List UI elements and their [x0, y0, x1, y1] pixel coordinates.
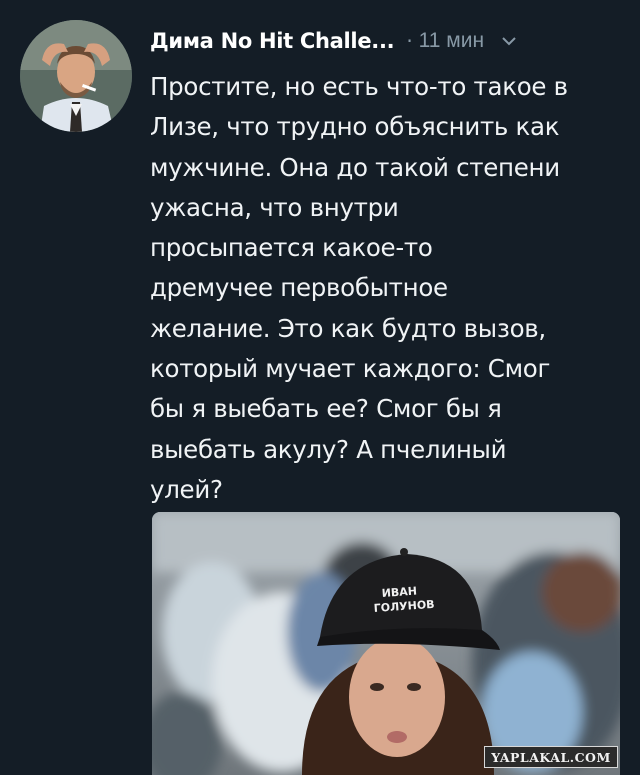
cap-text-line1: ИВАН — [381, 585, 417, 600]
photo-image: ИВАН ГОЛУНОВ — [152, 512, 620, 775]
user-avatar-icon — [20, 20, 132, 132]
timestamp[interactable]: 11 мин — [419, 29, 484, 53]
tweet-card[interactable]: Дима No Hit Challe... · 11 мин Простите,… — [0, 0, 640, 775]
tweet-header: Дима No Hit Challe... · 11 мин — [150, 24, 620, 58]
avatar[interactable] — [20, 20, 132, 132]
tweet-media-photo[interactable]: ИВАН ГОЛУНОВ YAPLAKAL.COM — [152, 512, 620, 775]
watermark-logo: YAPLAKAL.COM — [484, 746, 618, 768]
separator-dot: · — [406, 29, 413, 53]
tweet-text: Простите, но есть что-то такое в Лизе, ч… — [150, 72, 568, 504]
author-name[interactable]: Дима No Hit Challe... — [150, 29, 395, 53]
chevron-down-icon[interactable] — [500, 32, 518, 50]
